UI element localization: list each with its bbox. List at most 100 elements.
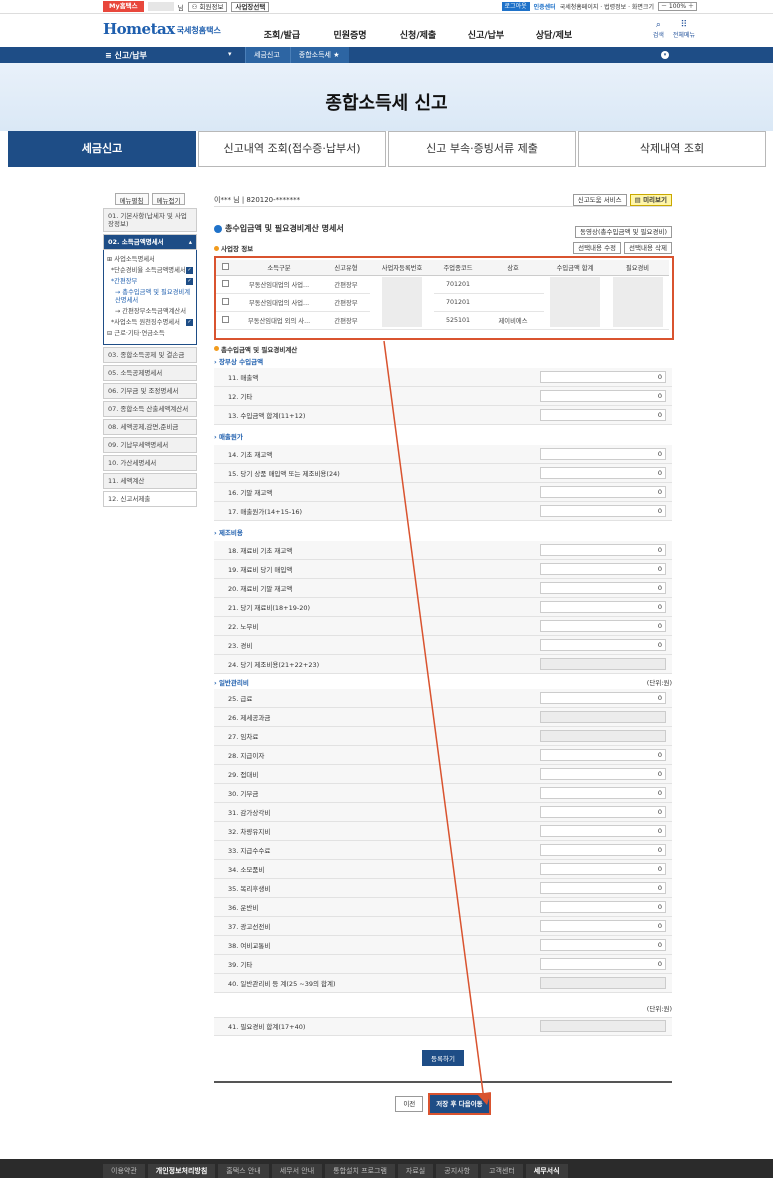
footer-link[interactable]: 자료실: [397, 1164, 434, 1178]
save-next-button[interactable]: 저장 후 다음이동: [428, 1092, 491, 1115]
search-button[interactable]: ⌕ 검색: [653, 20, 664, 39]
side-sub-item[interactable]: ⊞ 사업소득명세서: [107, 256, 193, 264]
gnb-item[interactable]: 상담/제보: [520, 28, 588, 41]
amount-field[interactable]: 0: [540, 824, 666, 837]
collapse-menu-button[interactable]: 메뉴접기: [151, 193, 186, 205]
amount-field[interactable]: 0: [540, 466, 666, 479]
amount-field[interactable]: 0: [540, 919, 666, 932]
tab-tax-report[interactable]: 세금신고: [8, 131, 196, 167]
amount-field[interactable]: 0: [540, 938, 666, 951]
breadcrumb-item[interactable]: 세금신고: [245, 47, 290, 63]
side-sub-item[interactable]: ✓ *사업소득 원천징수명세서: [107, 319, 193, 327]
side-item[interactable]: 10. 가산세명세서: [103, 455, 197, 471]
amount-field[interactable]: 0: [540, 862, 666, 875]
gnb-item[interactable]: 신청/제출: [384, 28, 452, 41]
star-icon[interactable]: ★: [333, 51, 339, 59]
amount-field[interactable]: 0: [540, 581, 666, 594]
footer-link[interactable]: 통합설치 프로그램: [325, 1164, 395, 1178]
side-item[interactable]: 11. 세액계산: [103, 473, 197, 489]
register-button[interactable]: 등록하기: [422, 1049, 464, 1066]
amount-field[interactable]: 0: [540, 504, 666, 517]
gnb-item[interactable]: 민원증명: [316, 28, 384, 41]
amount-field[interactable]: 0: [540, 900, 666, 913]
tab-deleted-history[interactable]: 삭제내역 조회: [578, 131, 766, 167]
side-item[interactable]: 05. 소득공제명세서: [103, 365, 197, 381]
preview-button[interactable]: ▤ 미리보기: [629, 193, 672, 206]
cert-center-link[interactable]: 인증센터: [534, 2, 556, 11]
amount-field[interactable]: 0: [540, 447, 666, 460]
delete-selected-button[interactable]: 선택내용 삭제: [624, 242, 672, 254]
chevron-down-icon[interactable]: ▾: [661, 51, 669, 59]
zoom-control[interactable]: － 100% ＋: [657, 2, 697, 11]
footer-link[interactable]: 공지사항: [436, 1164, 479, 1178]
document-icon: ▤: [634, 195, 641, 204]
logout-button[interactable]: 로그아웃: [501, 2, 530, 11]
expand-menu-button[interactable]: 메뉴펼침: [114, 193, 149, 205]
amount-field[interactable]: 0: [540, 543, 666, 556]
footer-link[interactable]: 개인정보처리방침: [147, 1164, 216, 1178]
amount-field[interactable]: 0: [540, 748, 666, 761]
amount-field[interactable]: 0: [540, 389, 666, 402]
tab-attachments[interactable]: 신고 부속·증빙서류 제출: [388, 131, 576, 167]
gnb-item[interactable]: 신고/납부: [452, 28, 520, 41]
footer: 이용약관 개인정보처리방침 홈택스 안내 세무서 안내 통합설치 프로그램 자료실 공지사항…: [0, 1159, 773, 1178]
side-sub-item[interactable]: → 간편장부소득금액계산서: [107, 308, 193, 316]
chevron-down-icon[interactable]: ▾: [228, 50, 232, 58]
side-sub-item[interactable]: → 총수입금액 및 필요경비계산명세서: [107, 289, 193, 305]
footer-link[interactable]: 세무서 안내: [271, 1164, 323, 1178]
footer-link[interactable]: 세무서식: [525, 1164, 568, 1178]
member-info-button[interactable]: ⚇ 회원정보: [187, 1, 228, 12]
amount-field[interactable]: 0: [540, 957, 666, 970]
side-sub-item[interactable]: ✓ *간편장부: [107, 278, 193, 286]
gnb-item[interactable]: 조회/발급: [248, 28, 316, 41]
edit-selected-button[interactable]: 선택내용 수정: [573, 242, 622, 254]
amount-label: 30. 기부금: [228, 789, 259, 798]
breadcrumb-item[interactable]: 종합소득세 ★: [289, 47, 350, 63]
side-sub-item[interactable]: ⊟ 근로·기타·연금소득: [107, 330, 193, 338]
amount-row: 27. 임차료: [214, 726, 672, 746]
page-title: 종합소득세 신고: [325, 93, 448, 114]
footer-link[interactable]: 고객센터: [481, 1164, 523, 1178]
side-item[interactable]: 12. 신고서제출: [103, 491, 197, 507]
amount-row: 29. 접대비 0: [214, 764, 672, 784]
amount-field[interactable]: 0: [540, 485, 666, 498]
amount-field[interactable]: 0: [540, 786, 666, 799]
side-item[interactable]: 09. 기납부세액명세서: [103, 437, 197, 453]
amount-field[interactable]: 0: [540, 843, 666, 856]
amount-field[interactable]: 0: [540, 767, 666, 780]
amount-field[interactable]: 0: [540, 881, 666, 894]
business-select-button[interactable]: 사업장선택: [231, 1, 270, 12]
amount-field[interactable]: 0: [540, 638, 666, 651]
amount-row: 13. 수입금액 합계(11+12) 0: [214, 405, 672, 425]
amount-label: 36. 운반비: [228, 903, 259, 912]
side-item[interactable]: 07. 종합소득 산출세액계산서: [103, 401, 197, 417]
help-service-button[interactable]: 신고도움 서비스: [572, 193, 627, 206]
amount-field[interactable]: 0: [540, 619, 666, 632]
side-item[interactable]: 08. 세액공제,감면,준비금: [103, 419, 197, 435]
zoom-in-icon[interactable]: ＋: [688, 3, 694, 10]
amount-field[interactable]: 0: [540, 805, 666, 818]
side-item[interactable]: 06. 기부금 및 조정명세서: [103, 383, 197, 399]
amount-field[interactable]: 0: [540, 370, 666, 383]
amount-field[interactable]: 0: [540, 691, 666, 704]
amount-field[interactable]: 0: [540, 600, 666, 613]
side-item-active[interactable]: 02. 소득금액명세서 ▴: [103, 234, 197, 250]
all-menu-button[interactable]: ⠿ 전체메뉴: [673, 20, 695, 39]
side-item[interactable]: 03. 종합소득공제 및 결손금: [103, 347, 197, 363]
zoom-out-icon[interactable]: －: [661, 3, 667, 10]
footer-link[interactable]: 홈택스 안내: [218, 1164, 269, 1178]
utility-links[interactable]: 국세청홈페이지 · 법령정보 · 화면크기: [560, 2, 654, 11]
side-item[interactable]: 01. 기본사항(납세자 및 사업장정보): [103, 208, 197, 232]
hometax-logo[interactable]: Hometax 국세청홈택스: [103, 20, 221, 38]
nav-category[interactable]: ≡ 신고/납부: [105, 50, 147, 61]
footer-link[interactable]: 이용약관: [103, 1164, 145, 1178]
amount-field[interactable]: 0: [540, 562, 666, 575]
side-sub-item[interactable]: ✓ *단순경비율 소득금액명세서: [107, 267, 193, 275]
unit-label: (단위:원): [646, 678, 672, 687]
amount-label: 13. 수입금액 합계(11+12): [228, 411, 306, 420]
video-button[interactable]: 동영상(총수입금액 및 필요경비): [575, 226, 672, 238]
amount-field[interactable]: 0: [540, 408, 666, 421]
tab-report-history[interactable]: 신고내역 조회(접수증·납부서): [198, 131, 386, 167]
prev-button[interactable]: 이전: [395, 1095, 424, 1112]
my-hometax-button[interactable]: My홈택스: [103, 1, 144, 12]
